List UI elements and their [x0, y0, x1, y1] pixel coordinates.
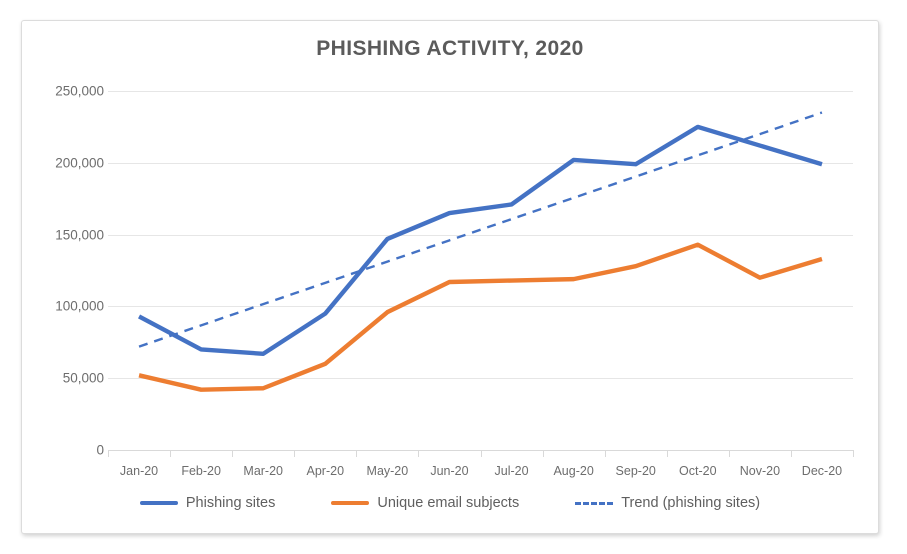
legend-item[interactable]: Trend (phishing sites): [575, 495, 760, 511]
legend-label: Phishing sites: [185, 495, 276, 511]
series-line: [138, 111, 823, 348]
legend-label: Trend (phishing sites): [621, 495, 761, 511]
legend-item[interactable]: Phishing sites: [139, 495, 276, 511]
series-line: [138, 124, 823, 356]
chart-card: PHISHING ACTIVITY, 2020 0 50,000 100,000 15…: [21, 20, 879, 534]
chart-legend: Phishing sites Unique email subjects Trend…: [22, 495, 878, 511]
legend-item[interactable]: Unique email subjects: [331, 495, 519, 511]
legend-swatch-icon: [575, 501, 614, 505]
plot-area: 0 50,000 100,000 150,000 200,000 250,000 Jan-…: [22, 21, 878, 533]
legend-swatch-icon: [139, 501, 178, 505]
legend-swatch-icon: [331, 501, 370, 505]
legend-label: Unique email subjects: [377, 495, 520, 511]
series-line: [138, 242, 823, 392]
series-lines: [138, 111, 823, 392]
